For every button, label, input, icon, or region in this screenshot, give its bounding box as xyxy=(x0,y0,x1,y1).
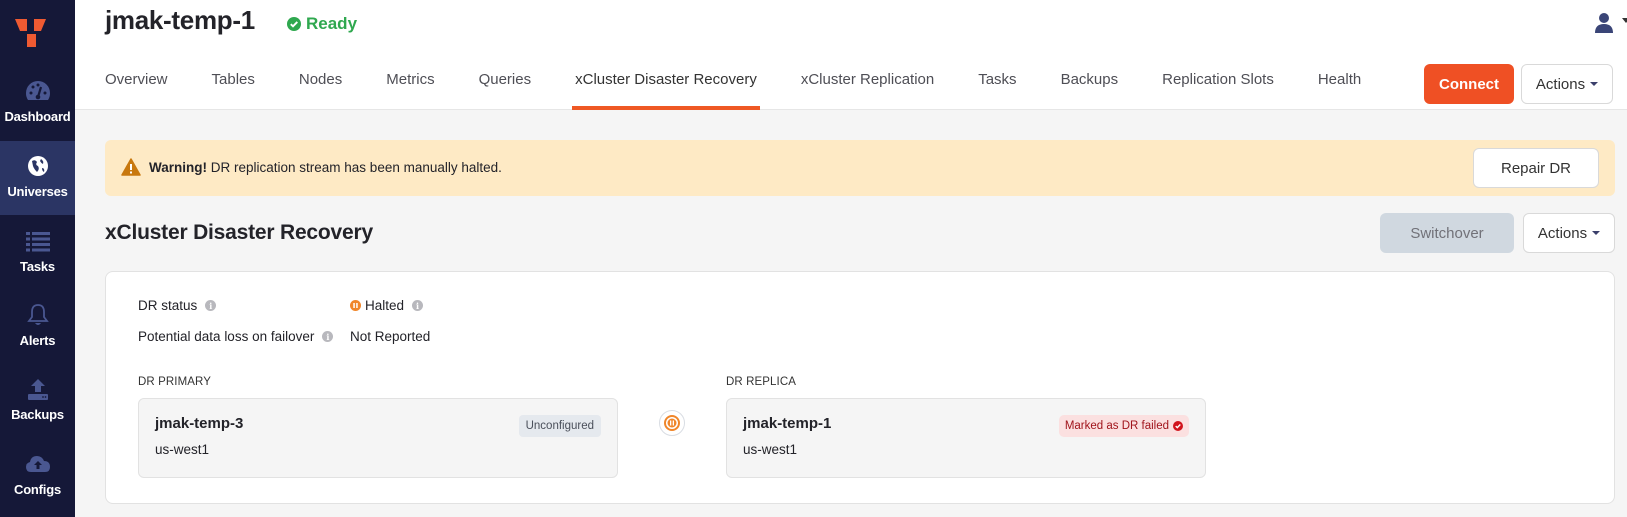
globe-icon xyxy=(25,153,51,179)
warning-triangle-icon xyxy=(121,158,141,176)
tab-xcluster-replication[interactable]: xCluster Replication xyxy=(801,70,934,110)
tab-queries[interactable]: Queries xyxy=(479,70,532,110)
tab-overview[interactable]: Overview xyxy=(105,70,168,110)
info-icon[interactable]: i xyxy=(412,300,424,311)
dr-replica-universe-card[interactable]: jmak-temp-1 us-west1 Marked as DR failed xyxy=(726,398,1206,478)
universe-name[interactable]: jmak-temp-3 xyxy=(155,415,243,432)
repair-dr-button[interactable]: Repair DR xyxy=(1473,148,1599,188)
universe-actions-button[interactable]: Actions xyxy=(1521,64,1613,104)
dashboard-gauge-icon xyxy=(25,78,51,104)
tab-replication-slots[interactable]: Replication Slots xyxy=(1162,70,1274,110)
sidebar-item-dashboard[interactable]: Dashboard xyxy=(0,66,75,140)
dr-primary-heading: DR PRIMARY xyxy=(138,376,211,388)
caret-down-icon xyxy=(1592,231,1601,235)
sidebar-item-alerts[interactable]: Alerts xyxy=(0,290,75,364)
tab-nodes[interactable]: Nodes xyxy=(299,70,342,110)
warning-title: Warning! xyxy=(149,160,207,175)
universe-header: jmak-temp-1 Ready Overview Tables Nodes … xyxy=(75,0,1627,110)
upload-icon xyxy=(25,376,51,402)
data-loss-value: Not Reported xyxy=(350,329,431,344)
warning-text: DR replication stream has been manually … xyxy=(207,160,502,175)
dr-status-label: DR status i xyxy=(138,298,217,313)
pause-circle-icon xyxy=(664,415,680,431)
dr-status-value: Halted i xyxy=(350,298,424,313)
actions-label: Actions xyxy=(1535,75,1586,93)
sidebar-item-configs[interactable]: Configs xyxy=(0,439,75,513)
info-icon[interactable]: i xyxy=(205,300,217,311)
sidebar-item-label: Dashboard xyxy=(4,109,71,124)
sidebar-item-label: Tasks xyxy=(20,259,55,274)
tab-xcluster-disaster-recovery[interactable]: xCluster Disaster Recovery xyxy=(572,70,760,110)
connect-button[interactable]: Connect xyxy=(1424,64,1514,104)
sidebar-item-backups[interactable]: Backups xyxy=(0,364,75,438)
status-badge: Unconfigured xyxy=(518,415,601,437)
tab-backups[interactable]: Backups xyxy=(1061,70,1119,110)
status-text: Ready xyxy=(306,14,358,33)
warning-banner: Warning! DR replication stream has been … xyxy=(105,140,1615,196)
sidebar-item-label: Backups xyxy=(11,407,64,422)
actions-label: Actions xyxy=(1537,224,1588,242)
sidebar-item-label: Universes xyxy=(7,184,68,199)
dr-primary-universe-card[interactable]: jmak-temp-3 us-west1 Unconfigured xyxy=(138,398,618,478)
sidebar-item-label: Alerts xyxy=(19,333,56,348)
info-icon[interactable]: i xyxy=(322,331,334,342)
universe-region: us-west1 xyxy=(155,442,210,457)
value-text: Halted xyxy=(365,298,405,313)
yugabyte-logo-icon[interactable] xyxy=(14,14,48,48)
tab-metrics[interactable]: Metrics xyxy=(386,70,434,110)
bell-icon xyxy=(25,302,51,328)
tab-tasks[interactable]: Tasks xyxy=(978,70,1016,110)
check-circle-icon xyxy=(287,17,301,31)
universe-region: us-west1 xyxy=(743,442,798,457)
warning-message: Warning! DR replication stream has been … xyxy=(149,160,502,175)
label-text: DR status xyxy=(138,298,198,313)
sidebar-item-label: Configs xyxy=(14,482,61,497)
tab-health[interactable]: Health xyxy=(1318,70,1361,110)
cloud-upload-icon xyxy=(25,451,51,477)
universe-tabs: Overview Tables Nodes Metrics Queries xC… xyxy=(105,70,1405,110)
sidebar: Dashboard Universes Tasks Alerts Backups… xyxy=(0,0,75,517)
sidebar-item-tasks[interactable]: Tasks xyxy=(0,216,75,290)
universe-name[interactable]: jmak-temp-1 xyxy=(743,415,831,432)
dr-details-card: DR status i Halted i Potential data loss… xyxy=(105,271,1615,504)
status-badge: Ready xyxy=(287,14,357,34)
check-circle-icon xyxy=(1173,421,1183,431)
label-text: Potential data loss on failover xyxy=(138,329,315,344)
dr-replica-heading: DR REPLICA xyxy=(726,376,797,388)
page-title: jmak-temp-1 xyxy=(105,5,255,35)
list-icon xyxy=(25,228,51,254)
caret-down-icon xyxy=(1590,82,1599,86)
switchover-button[interactable]: Switchover xyxy=(1380,213,1514,253)
dr-actions-button[interactable]: Actions xyxy=(1523,213,1615,253)
status-badge: Marked as DR failed xyxy=(1058,415,1189,437)
tab-tables[interactable]: Tables xyxy=(212,70,255,110)
section-title: xCluster Disaster Recovery xyxy=(105,221,373,244)
user-menu-caret-icon[interactable] xyxy=(1622,18,1627,23)
data-loss-label: Potential data loss on failover i xyxy=(138,329,334,344)
user-icon[interactable] xyxy=(1593,12,1615,34)
badge-text: Marked as DR failed xyxy=(1064,420,1169,432)
replication-halted-indicator xyxy=(659,410,685,436)
pause-circle-icon xyxy=(350,300,361,311)
sidebar-item-universes[interactable]: Universes xyxy=(0,141,75,215)
